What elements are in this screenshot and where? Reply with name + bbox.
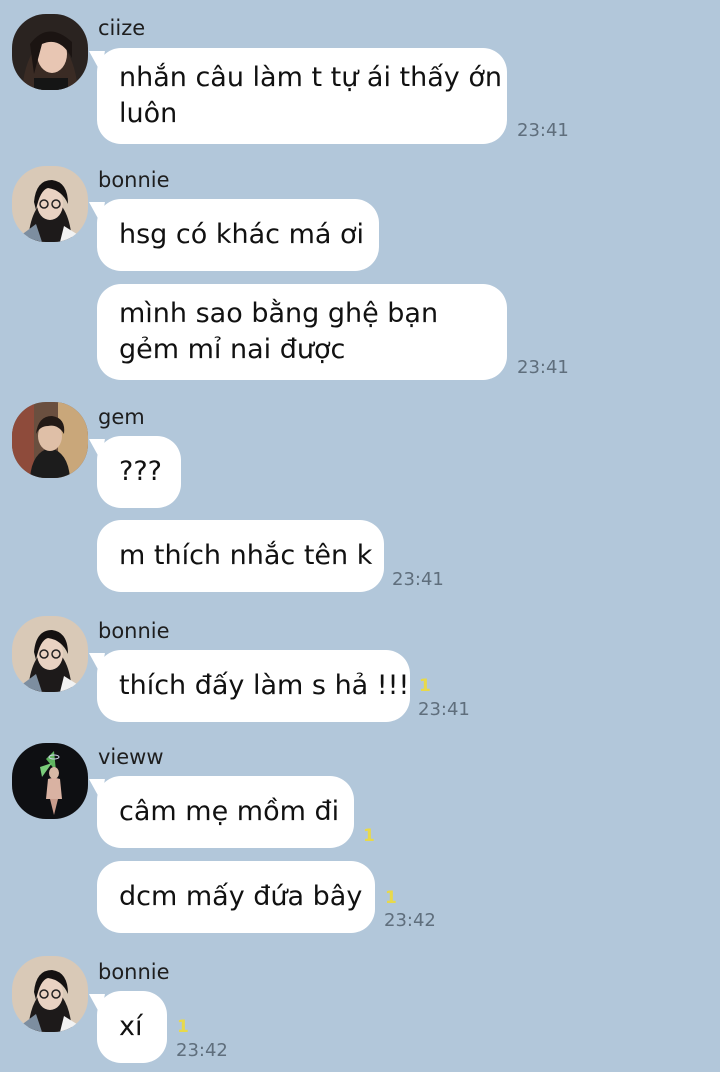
message-text: hsg có khác má ơi <box>119 219 365 250</box>
message-bubble[interactable]: câm mẹ mồm đi <box>97 776 354 848</box>
message-text: xí <box>119 1011 143 1042</box>
message-text: dcm mấy đứa bây <box>119 881 363 912</box>
sender-name: bonnie <box>98 619 170 643</box>
sender-name: bonnie <box>98 960 170 984</box>
message-bubble[interactable]: mình sao bằng ghệ bạn gẻm mỉ nai được <box>97 284 507 380</box>
sender-name: gem <box>98 405 145 429</box>
message-text: ??? <box>119 456 162 487</box>
avatar-bonnie[interactable] <box>12 166 88 242</box>
message-bubble[interactable]: hsg có khác má ơi <box>97 199 379 271</box>
message-timestamp: 23:42 <box>176 1040 228 1061</box>
unread-count: 1 <box>363 826 375 846</box>
message-timestamp: 23:41 <box>392 569 444 590</box>
avatar-image <box>12 166 88 242</box>
avatar-bonnie[interactable] <box>12 956 88 1032</box>
avatar-image <box>12 616 88 692</box>
sender-name: vieww <box>98 745 164 769</box>
message-text: nhắn câu làm t tự ái thấy ớn luôn <box>119 62 502 129</box>
message-text: m thích nhắc tên k <box>119 540 373 571</box>
message-bubble[interactable]: ??? <box>97 436 181 508</box>
message-bubble[interactable]: xí <box>97 991 167 1063</box>
avatar-ciize[interactable] <box>12 14 88 90</box>
message-timestamp: 23:41 <box>418 699 470 720</box>
message-bubble[interactable]: nhắn câu làm t tự ái thấy ớn luôn <box>97 48 507 144</box>
message-timestamp: 23:42 <box>384 910 436 931</box>
message-bubble[interactable]: m thích nhắc tên k <box>97 520 384 592</box>
avatar-image <box>12 402 88 478</box>
message-bubble[interactable]: dcm mấy đứa bây <box>97 861 375 933</box>
unread-count: 1 <box>419 676 431 696</box>
chat-message-list[interactable]: ciize nhắn câu làm t tự ái thấy ớn luôn 23… <box>0 0 720 1072</box>
sender-name: bonnie <box>98 168 170 192</box>
message-bubble[interactable]: thích đấy làm s hả !!! <box>97 650 410 722</box>
avatar-vieww[interactable] <box>12 743 88 819</box>
unread-count: 1 <box>385 888 397 908</box>
avatar-gem[interactable] <box>12 402 88 478</box>
message-text: câm mẹ mồm đi <box>119 796 340 827</box>
message-text: thích đấy làm s hả !!! <box>119 670 410 701</box>
message-timestamp: 23:41 <box>517 120 569 141</box>
unread-count: 1 <box>177 1017 189 1037</box>
message-timestamp: 23:41 <box>517 357 569 378</box>
avatar-image <box>12 743 88 819</box>
avatar-image <box>12 14 88 90</box>
message-text: mình sao bằng ghệ bạn gẻm mỉ nai được <box>119 298 439 365</box>
sender-name: ciize <box>98 16 146 40</box>
avatar-image <box>12 956 88 1032</box>
avatar-bonnie[interactable] <box>12 616 88 692</box>
